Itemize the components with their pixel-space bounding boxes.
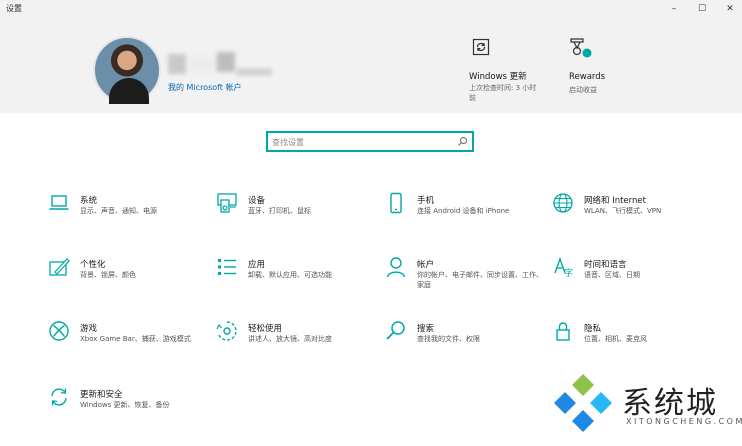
tile-name: 搜索 bbox=[417, 324, 435, 334]
microsoft-account-link[interactable]: 我的 Microsoft 帐户 bbox=[168, 82, 242, 93]
tile-desc: 显示、声音、通知、电源 bbox=[80, 207, 157, 215]
devices-icon bbox=[217, 193, 237, 213]
apps-list-icon bbox=[218, 259, 236, 275]
phone-icon bbox=[390, 192, 402, 214]
tile-time-language[interactable]: 字 时间和语言 语音、区域、日期 bbox=[552, 256, 712, 306]
search-input[interactable]: 查找设置 bbox=[272, 137, 304, 148]
tile-devices[interactable]: 设备 蓝牙、打印机、鼠标 bbox=[216, 192, 376, 242]
tile-system[interactable]: 系统 显示、声音、通知、电源 bbox=[48, 192, 208, 242]
windows-update-label: Windows 更新 bbox=[469, 72, 527, 82]
windows-update-sub-2: 前 bbox=[469, 94, 476, 102]
close-button[interactable]: ✕ bbox=[716, 0, 742, 18]
header-banner: 我的 Microsoft 帐户 Windows 更新 上次检查时间: 3 小时 … bbox=[0, 18, 742, 113]
rewards-shortcut[interactable]: Rewards 启动收益 bbox=[568, 38, 628, 98]
watermark-text: 系统城 bbox=[622, 386, 718, 421]
tile-desc: 背景、锁屏、颜色 bbox=[80, 271, 136, 279]
tile-desc: 你的帐户、电子邮件、同步设置、工作、家庭 bbox=[417, 271, 543, 289]
svg-text:字: 字 bbox=[564, 267, 573, 278]
tile-desc: 蓝牙、打印机、鼠标 bbox=[248, 207, 311, 215]
person-icon bbox=[386, 257, 406, 278]
tile-name: 手机 bbox=[417, 196, 435, 206]
tile-update-security[interactable]: 更新和安全 Windows 更新、恢复、备份 bbox=[48, 386, 208, 436]
tile-network[interactable]: 网络和 Internet WLAN、飞行模式、VPN bbox=[552, 192, 712, 242]
laptop-icon bbox=[49, 195, 69, 210]
window-title: 设置 bbox=[6, 4, 22, 13]
redacted-email bbox=[236, 68, 272, 76]
tile-gaming[interactable]: 游戏 Xbox Game Bar、捕获、游戏模式 bbox=[48, 320, 208, 370]
tile-personalization[interactable]: 个性化 背景、锁屏、颜色 bbox=[48, 256, 208, 306]
tile-desc: 连接 Android 设备和 iPhone bbox=[417, 207, 510, 215]
tile-name: 设备 bbox=[248, 196, 266, 206]
tile-name: 更新和安全 bbox=[80, 390, 123, 400]
tile-desc: WLAN、飞行模式、VPN bbox=[584, 207, 662, 215]
windows-update-icon bbox=[472, 38, 490, 56]
tile-privacy[interactable]: 隐私 位置、相机、麦克风 bbox=[552, 320, 712, 370]
time-language-icon: 字 bbox=[554, 256, 573, 278]
rewards-sub: 启动收益 bbox=[569, 86, 597, 94]
tile-accounts[interactable]: 帐户 你的帐户、电子邮件、同步设置、工作、家庭 bbox=[385, 256, 545, 306]
tile-name: 轻松使用 bbox=[248, 324, 283, 334]
redacted-name bbox=[168, 54, 186, 74]
personalization-icon bbox=[49, 258, 70, 276]
tile-name: 隐私 bbox=[584, 324, 602, 334]
maximize-button[interactable]: ☐ bbox=[688, 0, 716, 18]
tile-name: 系统 bbox=[80, 196, 98, 206]
tile-name: 时间和语言 bbox=[584, 260, 627, 270]
tile-apps[interactable]: 应用 卸载、默认应用、可选功能 bbox=[216, 256, 376, 306]
tile-desc: 查找我的文件、权限 bbox=[417, 335, 480, 343]
watermark-logo bbox=[554, 374, 612, 432]
rewards-icon bbox=[570, 38, 592, 58]
tile-name: 应用 bbox=[248, 260, 266, 270]
search-box[interactable]: 查找设置 bbox=[266, 131, 474, 152]
minimize-button[interactable]: – bbox=[660, 0, 688, 18]
windows-update-shortcut[interactable]: Windows 更新 上次检查时间: 3 小时 前 bbox=[469, 38, 549, 102]
title-bar: 设置 – ☐ ✕ bbox=[0, 0, 742, 18]
tile-name: 游戏 bbox=[80, 324, 98, 334]
tile-desc: 语音、区域、日期 bbox=[584, 271, 640, 279]
tile-name: 网络和 Internet bbox=[584, 196, 646, 206]
lock-icon bbox=[556, 322, 570, 341]
sync-icon bbox=[51, 388, 67, 406]
tile-search[interactable]: 搜索 查找我的文件、权限 bbox=[385, 320, 545, 370]
watermark-url: XITONGCHENG.COM bbox=[626, 417, 742, 426]
tile-phone[interactable]: 手机 连接 Android 设备和 iPhone bbox=[385, 192, 545, 242]
ease-of-access-icon bbox=[216, 321, 237, 341]
xbox-icon bbox=[49, 321, 69, 341]
tile-name: 个性化 bbox=[80, 260, 106, 270]
tile-desc: 讲述人、放大镜、高对比度 bbox=[248, 335, 332, 343]
tile-desc: Xbox Game Bar、捕获、游戏模式 bbox=[80, 335, 191, 343]
tile-desc: 位置、相机、麦克风 bbox=[584, 335, 647, 343]
tile-ease-of-access[interactable]: 轻松使用 讲述人、放大镜、高对比度 bbox=[216, 320, 376, 370]
search-icon bbox=[386, 321, 405, 340]
tile-name: 帐户 bbox=[417, 260, 435, 270]
avatar[interactable] bbox=[93, 36, 161, 104]
globe-icon bbox=[553, 193, 573, 213]
tile-desc: 卸载、默认应用、可选功能 bbox=[248, 271, 332, 279]
windows-update-sub-1: 上次检查时间: 3 小时 bbox=[469, 84, 537, 92]
rewards-label: Rewards bbox=[569, 72, 606, 82]
tile-desc: Windows 更新、恢复、备份 bbox=[80, 401, 170, 409]
search-icon bbox=[458, 137, 467, 146]
